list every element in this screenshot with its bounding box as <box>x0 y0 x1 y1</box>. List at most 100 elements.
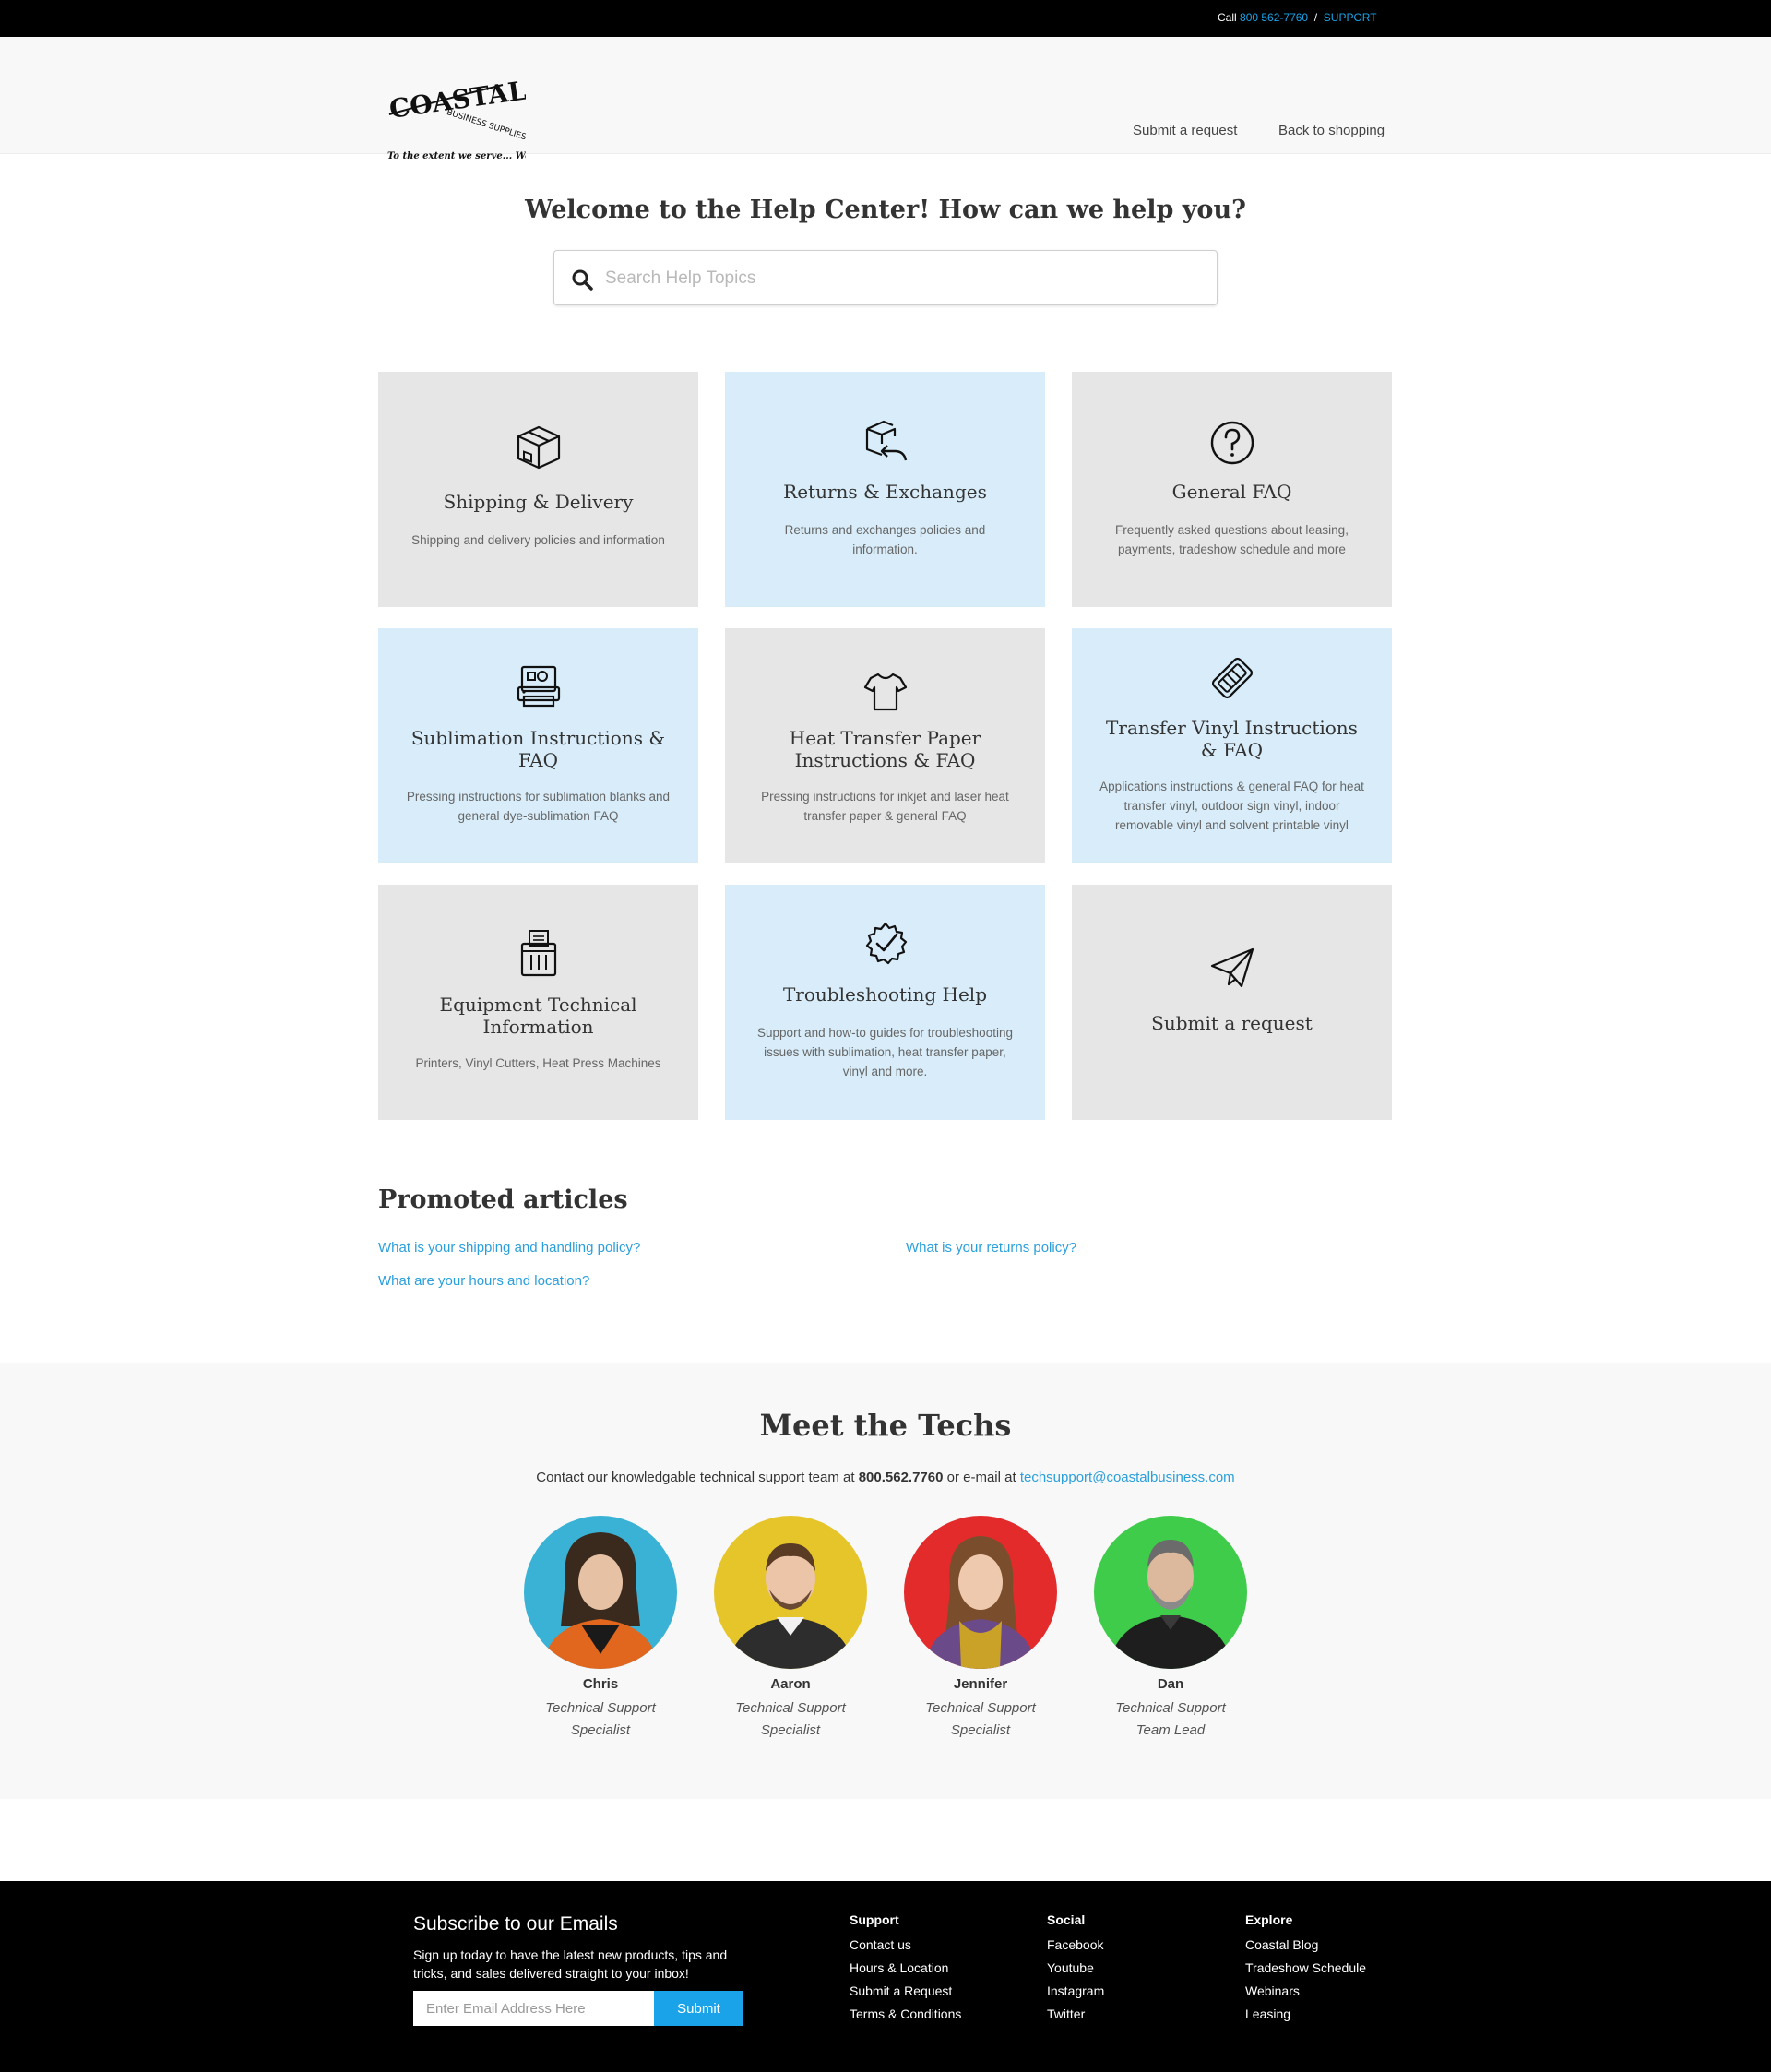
logo-tagline: To the extent we serve... We Succeed! <box>387 151 526 161</box>
promoted-article-link[interactable]: What is your shipping and handling polic… <box>378 1240 640 1256</box>
paper-plane-icon <box>1210 947 1254 988</box>
top-separator: / <box>1313 11 1318 24</box>
footer-link[interactable]: Facebook <box>1047 1934 1104 1957</box>
avatar-portrait <box>904 1516 1057 1669</box>
tech-name: Chris <box>582 1676 619 1692</box>
shredder-icon <box>520 930 557 977</box>
top-bar-contact: Call 800 562-7760 / SUPPORT <box>1218 11 1377 24</box>
category-desc: Pressing instructions for inkjet and las… <box>761 790 1009 823</box>
techs-contact-line: Contact our knowledgable technical suppo… <box>0 1470 1771 1485</box>
category-desc: Applications instructions & general FAQ … <box>1099 780 1364 832</box>
avatar-portrait <box>1094 1516 1247 1669</box>
category-desc: Printers, Vinyl Cutters, Heat Press Mach… <box>415 1056 661 1070</box>
tech-name: Dan <box>1157 1676 1184 1692</box>
category-transfer-vinyl[interactable]: Transfer Vinyl Instructions & FAQ Applic… <box>1072 628 1392 863</box>
subscribe-email-input[interactable] <box>413 1991 664 2026</box>
promoted-articles-heading: Promoted articles <box>378 1185 628 1214</box>
tech-role: Technical Support Team Lead <box>1115 1700 1226 1738</box>
avatar-portrait <box>524 1516 677 1669</box>
category-submit-request[interactable]: Submit a request <box>1072 885 1392 1120</box>
subscribe-title: Subscribe to our Emails <box>413 1913 618 1935</box>
tech-role: Technical Support Specialist <box>545 1700 656 1738</box>
box-icon <box>517 425 561 470</box>
footer-column-support: Support Contact us Hours & Location Subm… <box>850 1912 961 2026</box>
footer-link[interactable]: Twitter <box>1047 2003 1104 2026</box>
footer-link[interactable]: Terms & Conditions <box>850 2003 961 2026</box>
printer-icon <box>517 665 561 708</box>
logo-subtext: BUSINESS SUPPLIES <box>446 108 526 142</box>
category-returns-exchanges[interactable]: Returns & Exchanges Returns and exchange… <box>725 372 1045 607</box>
footer-link[interactable]: Contact us <box>850 1934 961 1957</box>
page-title: Welcome to the Help Center! How can we h… <box>525 196 1246 224</box>
category-title: General FAQ <box>1171 481 1292 503</box>
footer-column-heading: Explore <box>1245 1912 1293 1927</box>
tech-card: Chris Technical Support Specialist <box>508 1516 693 1742</box>
tech-role: Technical Support Specialist <box>735 1700 846 1738</box>
category-title: Shipping & Delivery <box>443 491 634 513</box>
category-title: Transfer Vinyl Instructions & FAQ <box>1106 717 1358 761</box>
footer-column-social: Social Facebook Youtube Instagram Twitte… <box>1047 1912 1104 2026</box>
tech-card: Aaron Technical Support Specialist <box>698 1516 883 1742</box>
subscribe-text: Sign up today to have the latest new pro… <box>413 1947 728 1981</box>
techs-title: Meet the Techs <box>759 1408 1012 1443</box>
promoted-article-link[interactable]: What is your returns policy? <box>906 1240 1076 1256</box>
vinyl-tag-icon <box>1211 657 1254 699</box>
support-link[interactable]: SUPPORT <box>1324 11 1377 24</box>
question-circle-icon <box>1210 421 1254 465</box>
footer-link[interactable]: Submit a Request <box>850 1980 961 2003</box>
category-desc: Pressing instructions for sublimation bl… <box>406 790 671 823</box>
footer-link[interactable]: Youtube <box>1047 1957 1104 1980</box>
nav-back-to-shopping[interactable]: Back to shopping <box>1278 123 1385 138</box>
tech-card: Jennifer Technical Support Specialist <box>888 1516 1073 1742</box>
site-header: COASTAL BUSINESS SUPPLIES To the extent … <box>0 37 1771 161</box>
gear-check-icon <box>865 922 908 965</box>
footer-link[interactable]: Instagram <box>1047 1980 1104 2003</box>
promoted-article-link[interactable]: What are your hours and location? <box>378 1273 589 1289</box>
avatar <box>714 1516 867 1669</box>
avatar <box>524 1516 677 1669</box>
footer-link[interactable]: Leasing <box>1245 2003 1366 2026</box>
avatar <box>1094 1516 1247 1669</box>
category-equipment[interactable]: Equipment Technical Information Printers… <box>378 885 698 1120</box>
avatar-portrait <box>714 1516 867 1669</box>
footer-link[interactable]: Webinars <box>1245 1980 1366 2003</box>
avatar <box>904 1516 1057 1669</box>
category-title: Equipment Technical Information <box>439 994 637 1038</box>
footer-column-explore: Explore Coastal Blog Tradeshow Schedule … <box>1245 1912 1366 2026</box>
techs-contact-prefix: Contact our knowledgable technical suppo… <box>536 1470 855 1485</box>
tech-name: Jennifer <box>953 1676 1008 1692</box>
top-phone-link[interactable]: 800 562-7760 <box>1240 11 1308 24</box>
category-desc: Frequently asked questions about leasing… <box>1115 523 1349 556</box>
techs-contact-mid: or e-mail at <box>946 1470 1016 1485</box>
search-input[interactable] <box>605 262 1195 295</box>
footer-link[interactable]: Coastal Blog <box>1245 1934 1366 1957</box>
category-desc: Returns and exchanges policies and infor… <box>784 523 986 556</box>
tech-card: Dan Technical Support Team Lead <box>1078 1516 1263 1742</box>
category-title: Troubleshooting Help <box>782 983 988 1006</box>
subscribe-submit-button[interactable]: Submit <box>654 1991 743 2026</box>
category-title: Returns & Exchanges <box>783 481 987 503</box>
category-troubleshooting[interactable]: Troubleshooting Help Support and how-to … <box>725 885 1045 1120</box>
category-sublimation[interactable]: Sublimation Instructions & FAQ Pressing … <box>378 628 698 863</box>
techs-email-link[interactable]: techsupport@coastalbusiness.com <box>1020 1470 1235 1485</box>
category-general-faq[interactable]: General FAQ Frequently asked questions a… <box>1072 372 1392 607</box>
category-shipping-delivery[interactable]: Shipping & Delivery Shipping and deliver… <box>378 372 698 607</box>
top-bar: Call 800 562-7760 / SUPPORT <box>0 0 1771 37</box>
tshirt-icon <box>863 673 908 711</box>
search-box <box>553 250 1218 305</box>
meet-the-techs-section: Meet the Techs Contact our knowledgable … <box>0 1363 1771 1799</box>
footer-link[interactable]: Tradeshow Schedule <box>1245 1957 1366 1980</box>
category-title: Sublimation Instructions & FAQ <box>410 727 666 771</box>
category-heat-transfer-paper[interactable]: Heat Transfer Paper Instructions & FAQ P… <box>725 628 1045 863</box>
category-title: Submit a request <box>1151 1012 1313 1034</box>
techs-phone: 800.562.7760 <box>858 1470 944 1485</box>
footer-link[interactable]: Hours & Location <box>850 1957 961 1980</box>
call-prefix: Call <box>1218 11 1237 24</box>
tech-name: Aaron <box>770 1676 811 1692</box>
tech-role: Technical Support Specialist <box>925 1700 1036 1738</box>
return-box-icon <box>865 420 908 461</box>
nav-submit-request[interactable]: Submit a request <box>1133 123 1237 138</box>
category-title: Heat Transfer Paper Instructions & FAQ <box>789 727 981 771</box>
coastal-logo[interactable]: COASTAL BUSINESS SUPPLIES To the extent … <box>387 66 581 166</box>
search-icon <box>572 269 593 291</box>
